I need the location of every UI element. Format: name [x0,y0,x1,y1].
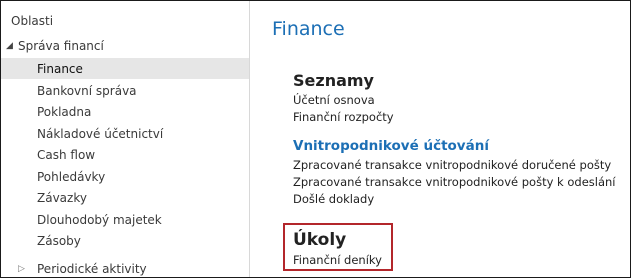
sidebar-item-zasoby[interactable]: Zásoby [1,230,249,251]
collapsed-triangle-icon[interactable]: ▷ [18,264,30,274]
link-ucetni-osnova[interactable]: Účetní osnova [293,93,375,107]
window-frame: Oblasti ◢ Správa financí Finance Bankovn… [0,0,631,278]
content-pane: Finance Seznamy Účetní osnova Finanční r… [250,1,630,277]
sidebar-collapsed-label: Periodické aktivity [37,262,147,276]
sidebar-item-pohledavky[interactable]: Pohledávky [1,166,249,187]
page-title: Finance [272,18,345,40]
link-transakce-posty-k-odeslani[interactable]: Zpracované transakce vnitropodnikové poš… [293,175,616,189]
expanded-triangle-icon[interactable]: ◢ [6,41,18,51]
sidebar-group-label: Správa financí [18,39,104,53]
sidebar-item-zavazky[interactable]: Závazky [1,187,249,208]
sidebar-item-nakladove-ucetnictvi[interactable]: Nákladové účetnictví [1,123,249,144]
sidebar-item-cash-flow[interactable]: Cash flow [1,144,249,165]
sidebar-item-bankovni-sprava[interactable]: Bankovní správa [1,80,249,101]
sidebar-item-finance[interactable]: Finance [1,58,249,79]
section-title-seznamy: Seznamy [293,71,374,90]
section-title-ukoly: Úkoly [293,230,347,250]
sidebar-item-periodicke-aktivity[interactable]: ▷ Periodické aktivity [1,259,249,277]
sidebar-item-dlouhodoby-majetek[interactable]: Dlouhodobý majetek [1,209,249,230]
sidebar-group-header[interactable]: ◢ Správa financí [1,36,249,56]
sidebar-item-pokladna[interactable]: Pokladna [1,101,249,122]
section-title-vnitropodnikove-uctovani: Vnitropodnikové účtování [293,138,489,154]
link-financni-rozpocty[interactable]: Finanční rozpočty [293,110,394,124]
link-financni-deniky[interactable]: Finanční deníky [293,253,382,267]
link-dosle-doklady[interactable]: Došlé doklady [293,192,374,206]
sidebar-root-label[interactable]: Oblasti [11,14,53,28]
navigation-pane: Oblasti ◢ Správa financí Finance Bankovn… [1,1,250,277]
link-transakce-dorucene-posty[interactable]: Zpracované transakce vnitropodnikové dor… [293,158,611,172]
